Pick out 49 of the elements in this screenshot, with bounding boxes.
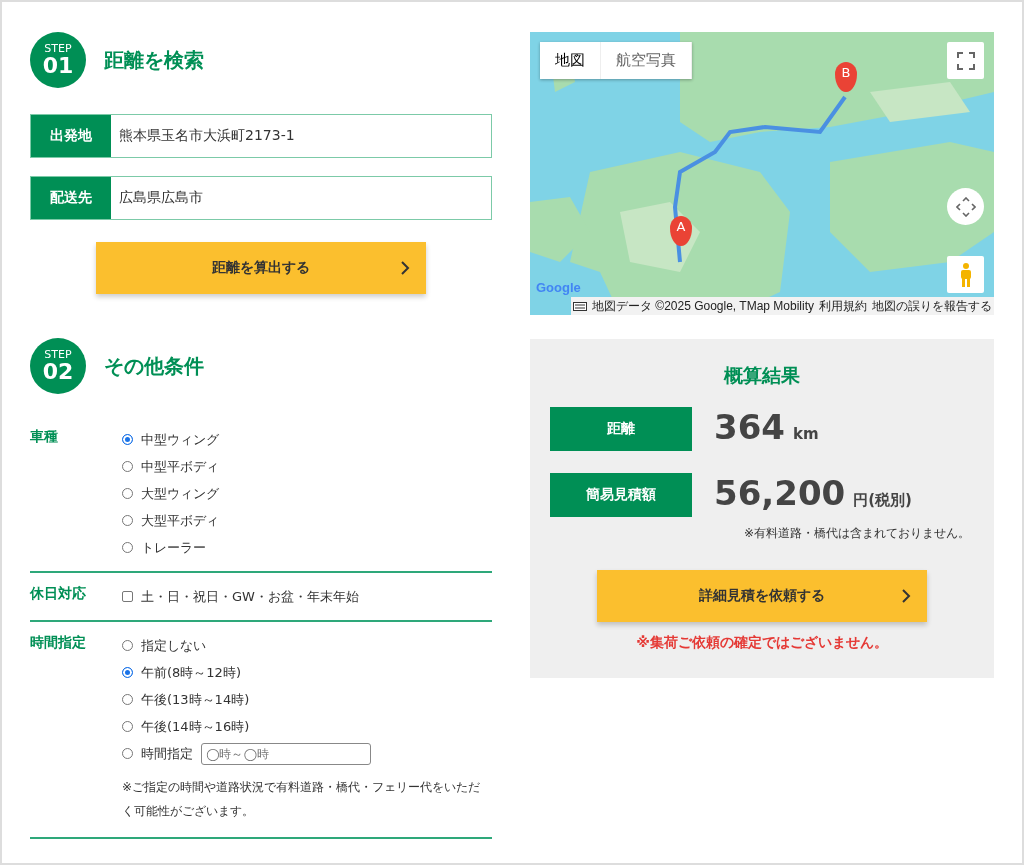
condition-label: 時間指定 <box>30 633 87 652</box>
result-value: 56,200 <box>714 473 846 513</box>
report-link[interactable]: 地図の誤りを報告する <box>872 297 992 315</box>
fullscreen-icon <box>956 51 975 70</box>
section-title: その他条件 <box>104 352 204 380</box>
result-label: 距離 <box>550 407 692 451</box>
unit-text: km <box>793 425 819 443</box>
option-label: トレーラー <box>141 538 206 557</box>
result-title: 概算結果 <box>722 363 801 388</box>
map-type-tab[interactable]: 航空写真 <box>601 42 692 79</box>
radio-button[interactable] <box>122 434 133 445</box>
condition-label: 休日対応 <box>30 584 87 603</box>
keyboard-icon[interactable] <box>572 301 587 311</box>
result-value: 364 <box>714 407 785 447</box>
chevron-right-icon <box>901 588 911 604</box>
address-field[interactable]: 出発地 熊本県玉名市大浜町2173-1 <box>30 114 492 158</box>
person-icon <box>958 261 973 288</box>
radio-button[interactable] <box>122 667 133 678</box>
calculate-button[interactable]: 距離を算出する <box>96 242 426 294</box>
request-quote-button[interactable]: 詳細見積を依頼する <box>597 570 927 622</box>
time-input[interactable]: ◯時～◯時 <box>201 742 371 765</box>
section-title: 距離を検索 <box>104 46 204 74</box>
option-label: 大型ウィング <box>141 484 219 503</box>
option-label: 午後(13時～14時) <box>141 690 250 709</box>
option-label: 大型平ボディ <box>141 511 219 530</box>
arrows-icon <box>955 196 976 217</box>
option-label: 午前(8時～12時) <box>141 663 241 682</box>
option-label: 午後(14時～16時) <box>141 717 250 736</box>
step-badge: STEP 01 <box>30 32 86 88</box>
checkbox[interactable] <box>122 591 133 602</box>
option-label: 時間指定 <box>141 744 193 763</box>
address-field[interactable]: 配送先 広島県広島市 <box>30 176 492 220</box>
note-text: ※有料道路・橋代は含まれておりません。 <box>742 525 971 542</box>
terms-link[interactable]: 利用規約 <box>819 297 867 315</box>
note-text: ※ご指定の時間や道路状況で有料道路・橋代・フェリー代をいただく可能性がございます。 <box>122 779 482 820</box>
condition-label: 車種 <box>30 427 59 446</box>
chevron-right-icon <box>400 260 410 276</box>
option-label: 指定しない <box>141 636 206 655</box>
google-logo: Google <box>536 280 581 295</box>
unit-text: 円(税別) <box>853 491 912 510</box>
step-badge: STEP 02 <box>30 338 86 394</box>
attribution-text: 地図データ ©2025 Google, TMap Mobility <box>591 297 814 315</box>
fullscreen-button[interactable] <box>947 42 984 79</box>
result-label: 簡易見積額 <box>550 473 692 517</box>
map-type-tab[interactable]: 地図 <box>540 42 601 79</box>
option-label: 土・日・祝日・GW・お盆・年末年始 <box>141 587 359 606</box>
option-label: 中型ウィング <box>141 430 219 449</box>
option-label: 中型平ボディ <box>141 457 219 476</box>
warning-text: ※集荷ご依頼の確定ではございません。 <box>635 634 889 652</box>
